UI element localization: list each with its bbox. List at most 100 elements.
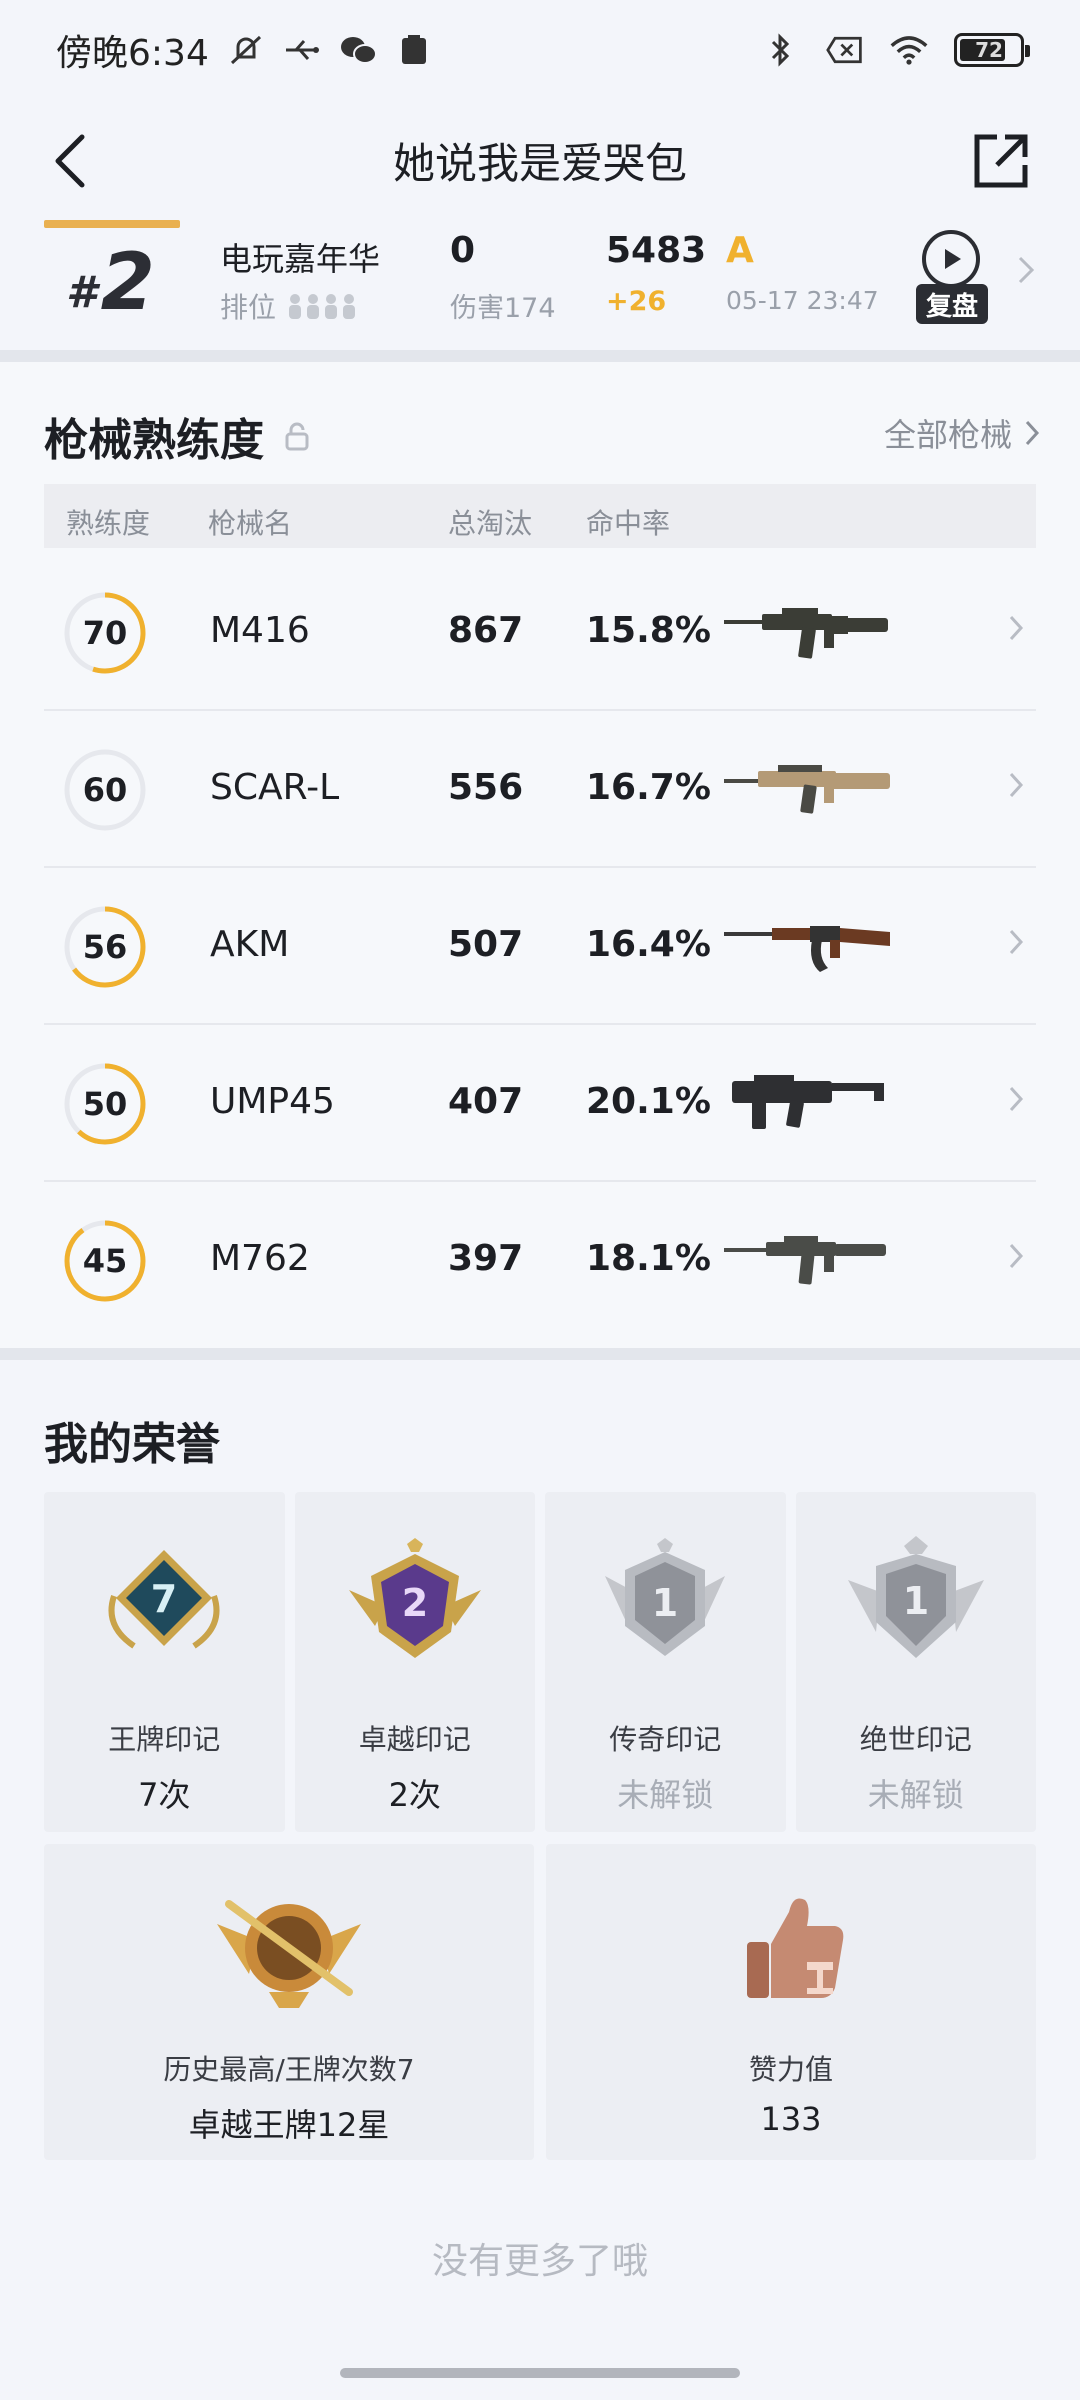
weapon-kills: 397 <box>448 1238 524 1279</box>
column-header: 熟练度 <box>66 507 151 540</box>
proficiency-level: 50 <box>82 1085 128 1123</box>
weapon-accuracy: 15.8% <box>586 610 711 651</box>
weapon-kills: 407 <box>448 1081 524 1122</box>
match-type: 排位 <box>220 286 360 326</box>
match-grade: A <box>726 230 754 271</box>
likes-value: 133 <box>760 2100 822 2138</box>
section-title: 枪械熟练度 <box>44 404 310 468</box>
chevron-right-icon <box>1008 614 1024 646</box>
ace-tier-emblem-icon <box>217 1900 361 2008</box>
column-header: 命中率 <box>586 507 671 540</box>
likes-label: 赞力值 <box>748 2053 833 2086</box>
column-header: 枪械名 <box>208 507 293 540</box>
match-score: 5483 <box>606 230 707 271</box>
weapon-row[interactable]: 60 SCAR-L 556 16.7% <box>44 711 1036 868</box>
ace-mark-badge-icon: 7 <box>108 1550 220 1649</box>
weapon-name: M416 <box>210 610 310 651</box>
weapon-kills: 867 <box>448 610 524 651</box>
svg-text:1: 1 <box>652 1581 678 1625</box>
weapon-row[interactable]: 50 UMP45 407 20.1% <box>44 1025 1036 1182</box>
page-title: 她说我是爱哭包 <box>392 138 687 188</box>
m416-rifle-icon <box>724 608 888 659</box>
best-tier-label: 历史最高/王牌次数7 <box>163 2053 415 2086</box>
weapon-accuracy: 20.1% <box>586 1081 711 1122</box>
honor-label: 传奇印记 <box>609 1723 722 1756</box>
weapon-name: AKM <box>210 924 290 965</box>
bluetooth-icon <box>762 33 800 67</box>
legend-mark-badge-icon: 1 <box>605 1538 726 1656</box>
best-tier-card[interactable]: 历史最高/王牌次数7 卓越王牌12星 <box>44 1844 534 2160</box>
likes-card[interactable]: 赞力值 133 <box>546 1844 1036 2160</box>
honor-label: 王牌印记 <box>108 1723 221 1756</box>
honor-card[interactable]: 1 绝世印记 未解锁 <box>795 1492 1036 1832</box>
peerless-mark-badge-icon: 1 <box>847 1536 984 1658</box>
proficiency-level: 60 <box>82 771 128 809</box>
section-divider <box>0 1348 1080 1360</box>
m762-rifle-icon <box>724 1236 886 1285</box>
weapon-name: SCAR-L <box>210 767 340 808</box>
back-arrow-icon <box>55 134 85 188</box>
wechat-icon <box>339 33 377 67</box>
weapon-row[interactable]: 70 M416 867 15.8% <box>44 554 1036 711</box>
share-button[interactable] <box>968 126 1034 196</box>
weapon-proficiency-section: 枪械熟练度 全部枪械 熟练度 枪械名 总淘汰 命中率 70 M416 867 1… <box>0 362 1080 1352</box>
honor-card[interactable]: 7 王牌印记 7次 <box>44 1492 285 1832</box>
weapon-kills: 556 <box>448 767 524 808</box>
honor-label: 卓越印记 <box>358 1723 471 1756</box>
svg-text:1: 1 <box>903 1579 929 1623</box>
weapon-accuracy: 18.1% <box>586 1238 711 1279</box>
honor-card[interactable]: 2 卓越印记 2次 <box>294 1492 535 1832</box>
match-summary-row[interactable]: #2 电玩嘉年华 排位 0 伤害174 5483 +26 A 05-17 23:… <box>0 220 1080 350</box>
back-button[interactable] <box>40 126 100 196</box>
mute-icon <box>227 33 265 67</box>
chevron-right-icon <box>1008 928 1024 960</box>
mi-app-icon <box>395 33 433 67</box>
match-damage: 伤害174 <box>450 293 556 324</box>
chevron-right-icon <box>1008 771 1024 803</box>
team-members-icon <box>289 294 356 319</box>
honor-summary-grid: 历史最高/王牌次数7 卓越王牌12星 赞力值 133 <box>44 1844 1036 2160</box>
honor-value: 未解锁 <box>617 1776 714 1814</box>
top-bar: 她说我是爱哭包 <box>0 100 1080 220</box>
play-icon <box>922 230 980 288</box>
weapon-row[interactable]: 56 AKM 507 16.4% <box>44 868 1036 1025</box>
proficiency-level: 45 <box>82 1242 128 1280</box>
chevron-right-icon <box>1016 254 1036 290</box>
lock-icon <box>285 422 309 451</box>
weapon-row[interactable]: 45 M762 397 18.1% <box>44 1182 1036 1339</box>
thumbs-up-icon <box>747 1898 844 1998</box>
weapon-accuracy: 16.7% <box>586 767 711 808</box>
status-bar: 傍晚6:34 72 <box>0 0 1080 100</box>
weapon-table-header: 熟练度 枪械名 总淘汰 命中率 <box>44 484 1036 548</box>
weapon-name: UMP45 <box>210 1081 335 1122</box>
sim-off-icon <box>826 33 864 67</box>
share-icon <box>974 134 1028 188</box>
scar-l-rifle-icon <box>724 765 890 814</box>
battery-indicator: 72 <box>954 33 1030 67</box>
honor-value: 2次 <box>388 1776 441 1814</box>
honor-label: 绝世印记 <box>859 1723 972 1756</box>
weapon-kills: 507 <box>448 924 524 965</box>
match-datetime: 05-17 23:47 <box>726 286 879 315</box>
proficiency-level: 56 <box>82 928 128 966</box>
honor-card[interactable]: 1 传奇印记 未解锁 <box>545 1492 786 1832</box>
chevron-right-icon <box>1008 1085 1024 1117</box>
svg-text:7: 7 <box>151 1577 177 1621</box>
chevron-right-icon <box>1025 420 1040 446</box>
wifi-icon <box>890 33 928 67</box>
replay-button[interactable]: 复盘 <box>916 226 990 336</box>
honor-badges-grid: 7 王牌印记 7次 2 卓越印记 2次 1 传奇印记 未解锁 1 绝世印记 未解… <box>44 1492 1036 1832</box>
rank-accent-bar <box>44 220 180 228</box>
svg-text:2: 2 <box>402 1581 428 1625</box>
score-change: +26 <box>606 286 667 317</box>
match-kills: 0 <box>450 230 476 271</box>
home-indicator[interactable] <box>340 2368 740 2378</box>
replay-label: 复盘 <box>916 284 988 324</box>
match-mode: 电玩嘉年华 <box>220 240 381 278</box>
all-weapons-link[interactable]: 全部枪械 <box>884 410 1040 456</box>
end-of-list-text: 没有更多了哦 <box>431 2241 648 2282</box>
section-title: 我的荣誉 <box>44 1419 220 1470</box>
column-header: 总淘汰 <box>448 507 533 540</box>
usb-icon <box>283 33 321 67</box>
status-time: 傍晚6:34 <box>56 33 209 74</box>
